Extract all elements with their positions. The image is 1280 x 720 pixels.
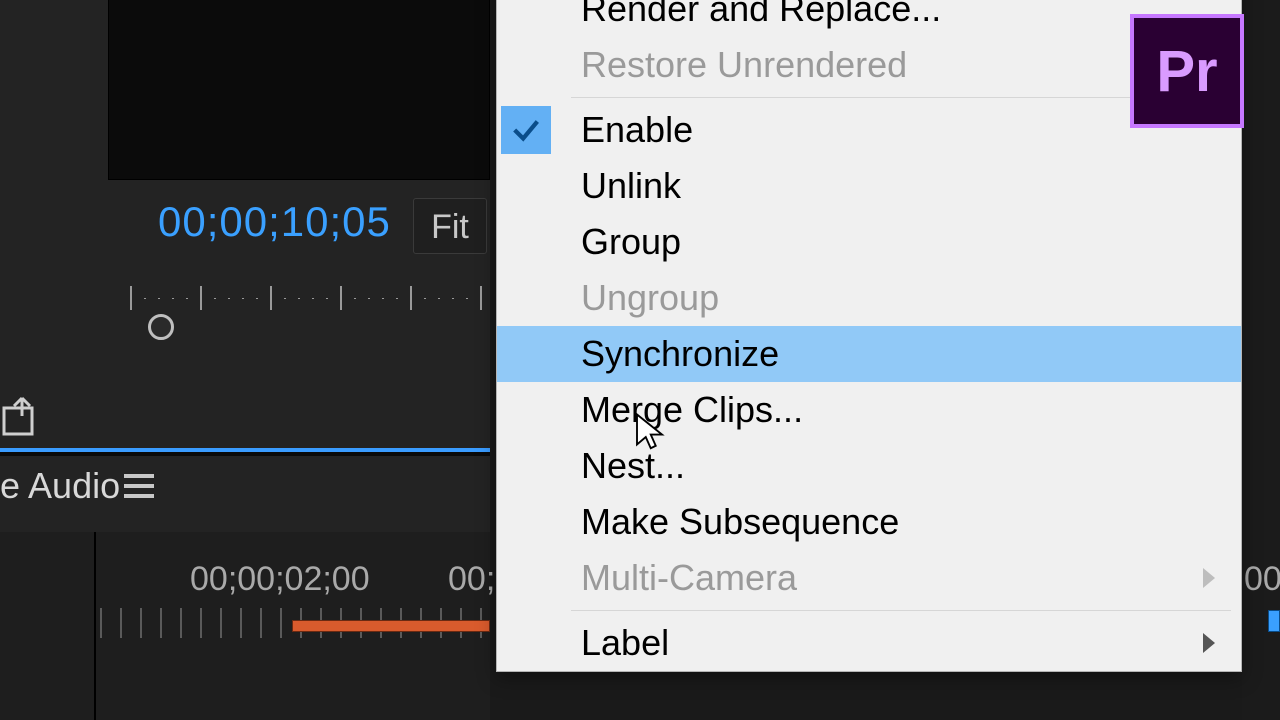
menu-item-label: Label <box>581 622 669 664</box>
premiere-pro-logo: Pr <box>1130 14 1244 128</box>
menu-item-label: Group <box>581 221 681 263</box>
menu-item-unlink[interactable]: Unlink <box>497 158 1241 214</box>
timeline-tick-label: 00;00;02;00 <box>190 560 370 599</box>
menu-item-label: Synchronize <box>581 333 779 375</box>
preview-timecode[interactable]: 00;00;10;05 <box>158 198 391 246</box>
menu-item-group[interactable]: Group <box>497 214 1241 270</box>
submenu-chevron-icon <box>1203 568 1215 588</box>
preview-scrubber[interactable] <box>130 280 490 320</box>
playhead-marker[interactable] <box>1268 610 1280 632</box>
menu-item-label[interactable]: Label <box>497 615 1241 671</box>
menu-item-label: Render and Replace... <box>581 0 941 30</box>
menu-item-merge-clips[interactable]: Merge Clips... <box>497 382 1241 438</box>
submenu-chevron-icon <box>1203 633 1215 653</box>
checkmark-icon <box>501 106 551 154</box>
audio-panel-title: e Audio <box>0 465 490 507</box>
menu-item-label: Nest... <box>581 445 685 487</box>
preview-viewport <box>108 0 490 180</box>
panel-menu-icon[interactable] <box>124 474 154 498</box>
menu-item-synchronize[interactable]: Synchronize <box>497 326 1241 382</box>
menu-item-make-subseq[interactable]: Make Subsequence <box>497 494 1241 550</box>
menu-item-label: Restore Unrendered <box>581 44 907 86</box>
panel-divider-shadow <box>0 452 490 456</box>
menu-item-label: Make Subsequence <box>581 501 899 543</box>
scrubber-handle[interactable] <box>148 314 174 340</box>
audio-panel-header[interactable]: e Audio <box>0 462 490 510</box>
export-frame-icon[interactable] <box>0 392 60 442</box>
menu-item-label: Ungroup <box>581 277 719 319</box>
menu-item-label: Merge Clips... <box>581 389 803 431</box>
menu-item-ungroup: Ungroup <box>497 270 1241 326</box>
menu-item-nest[interactable]: Nest... <box>497 438 1241 494</box>
menu-separator <box>571 610 1231 611</box>
menu-item-label: Unlink <box>581 165 681 207</box>
menu-item-label: Multi-Camera <box>581 557 797 599</box>
menu-item-multi-camera: Multi-Camera <box>497 550 1241 606</box>
premiere-pro-logo-text: Pr <box>1156 38 1217 105</box>
timeline-clip[interactable] <box>292 620 490 632</box>
zoom-fit-button[interactable]: Fit <box>413 198 487 254</box>
timeline-tick-label: 00; <box>1244 560 1280 599</box>
menu-item-label: Enable <box>581 109 693 151</box>
timeline-tick-label: 00; <box>448 560 495 599</box>
